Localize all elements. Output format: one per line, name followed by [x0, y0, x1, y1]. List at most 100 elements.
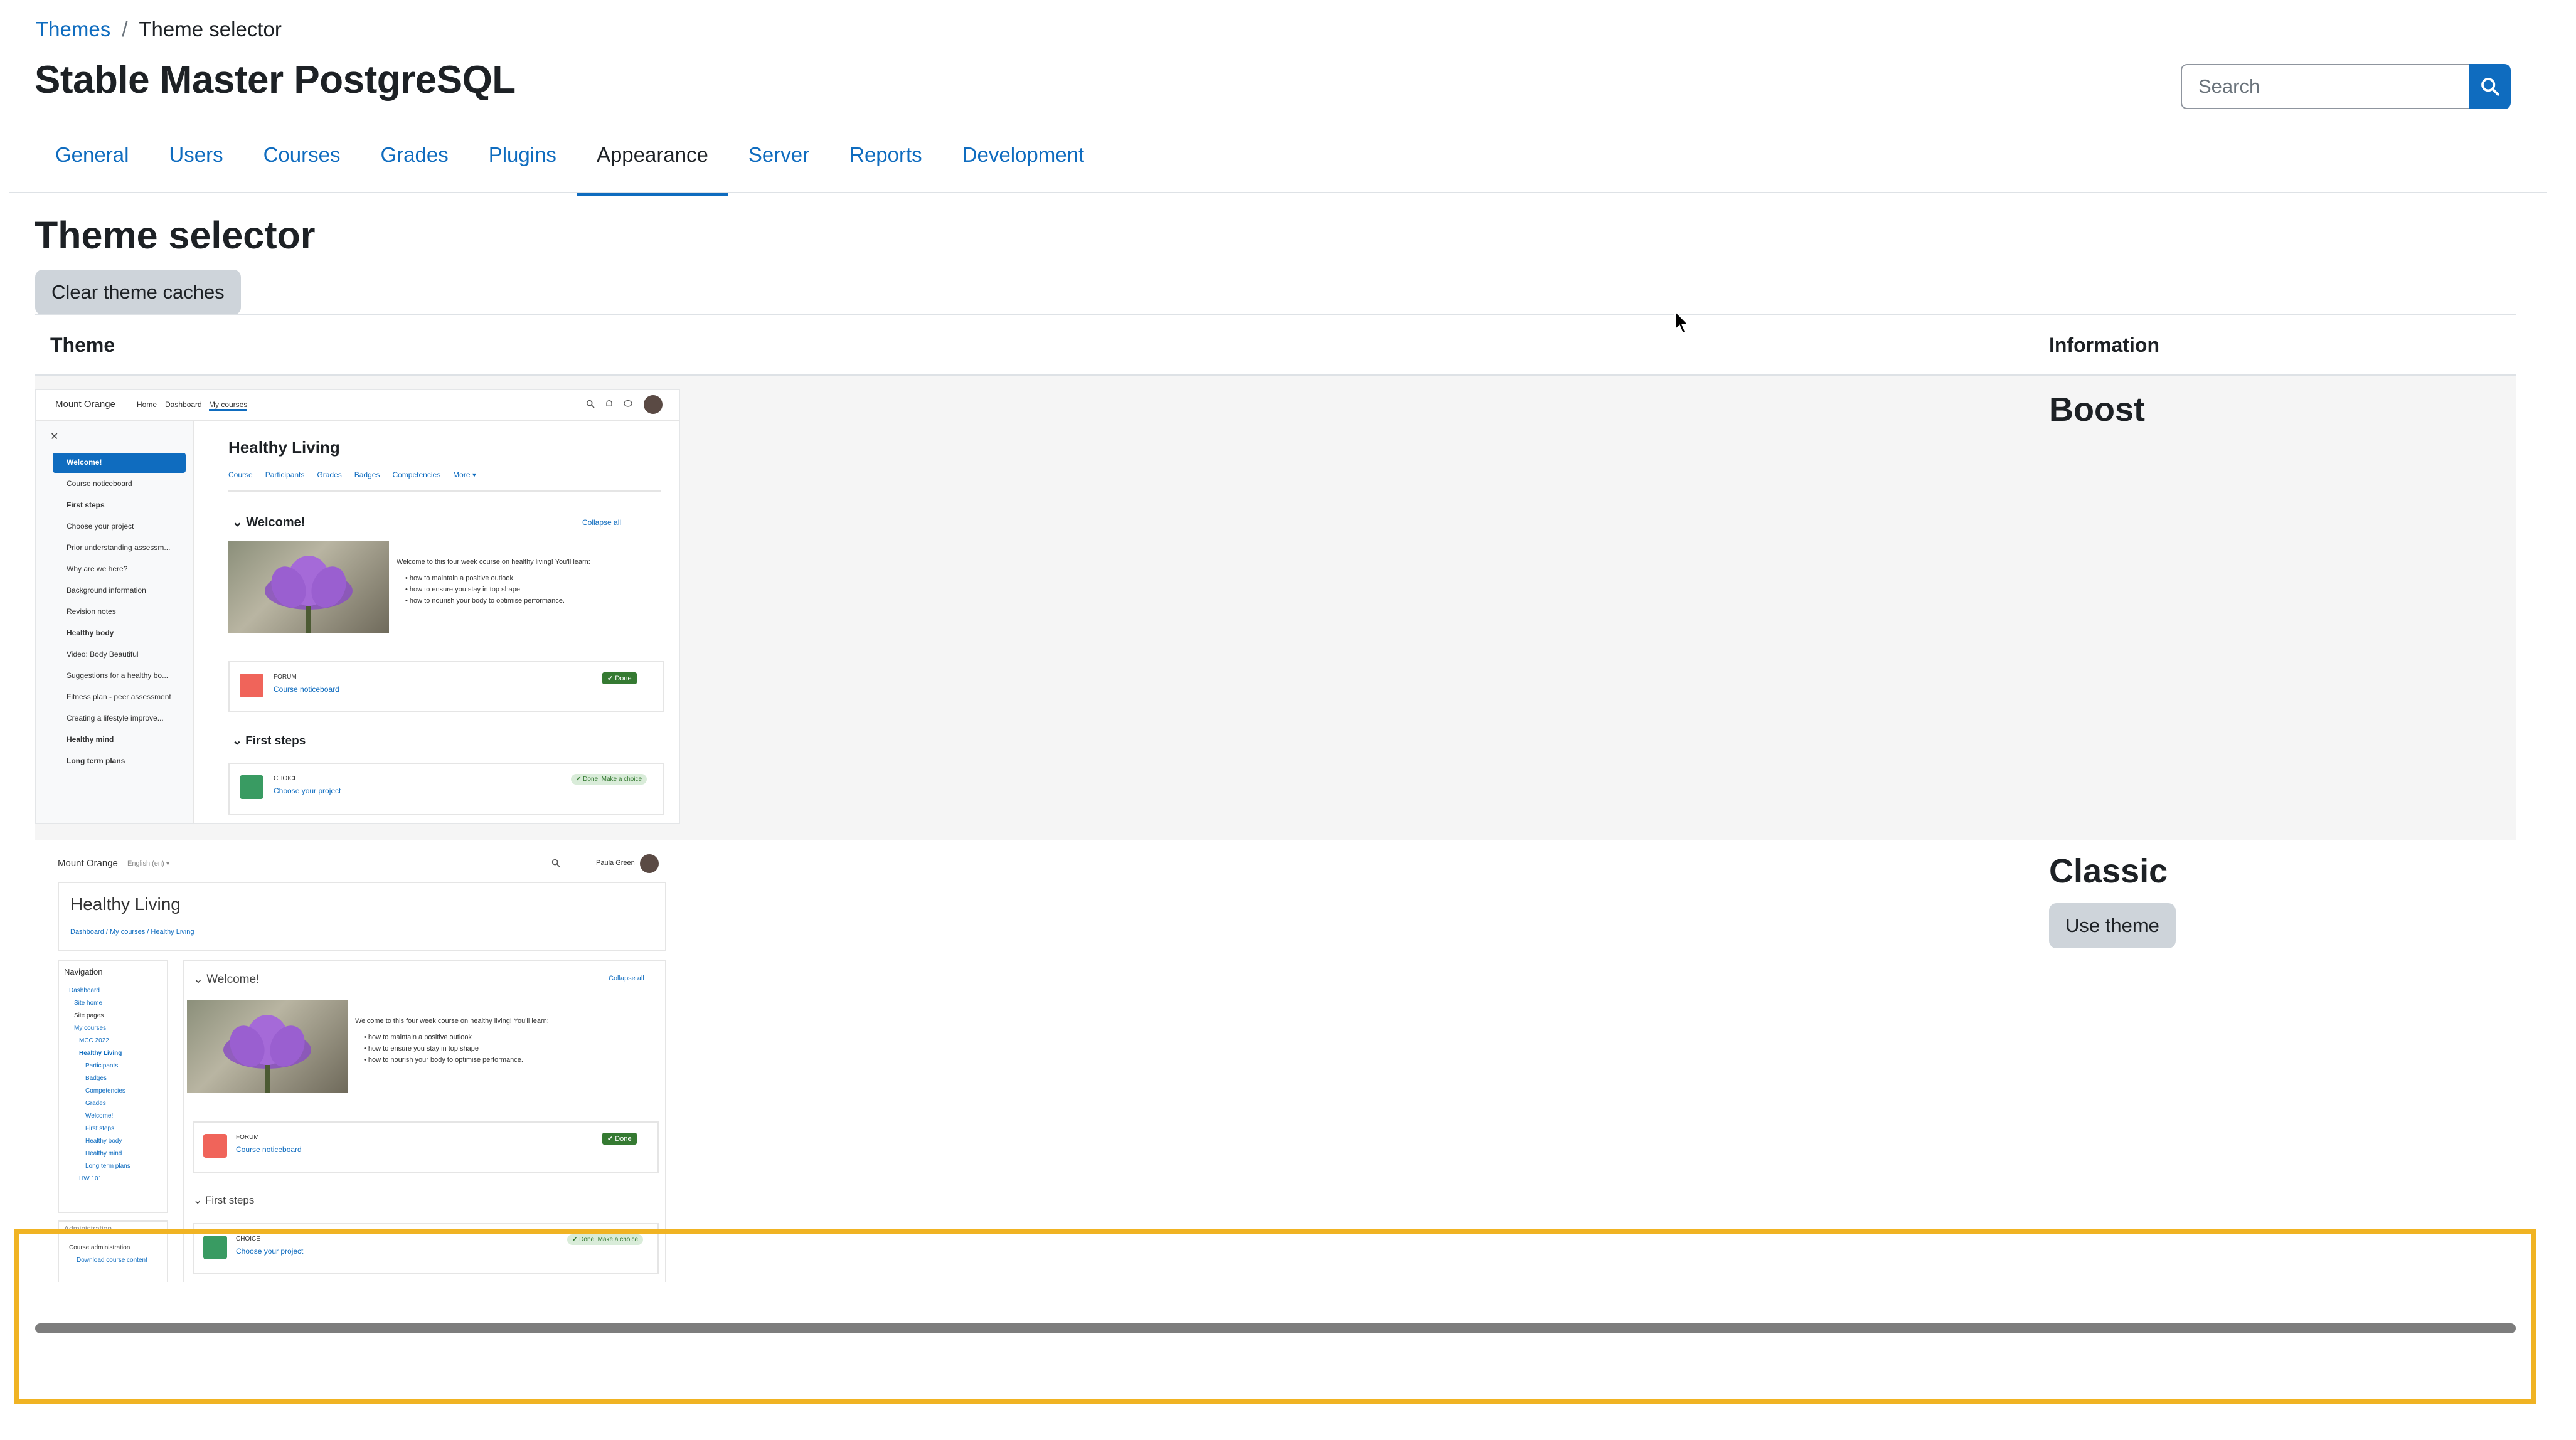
tab-appearance[interactable]: Appearance	[576, 132, 728, 196]
tab-reports[interactable]: Reports	[829, 132, 942, 194]
preview-bullet: • how to ensure you stay in top shape	[364, 1045, 479, 1052]
preview-intro: Welcome to this four week course on heal…	[355, 1017, 549, 1025]
tab-plugins[interactable]: Plugins	[469, 132, 577, 194]
preview-course-tab: Grades	[317, 470, 342, 479]
tab-development[interactable]: Development	[942, 132, 1104, 194]
preview-nav-item: Healthy body	[85, 1138, 122, 1145]
preview-bullet-text: how to nourish your body to optimise per…	[409, 597, 565, 605]
preview-avatar	[644, 395, 663, 414]
preview-course-title: Healthy Living	[70, 894, 181, 914]
preview-nav-item: Dashboard	[69, 987, 100, 994]
preview-bullet-text: how to ensure you stay in top shape	[409, 586, 521, 593]
preview-breadcrumb: Dashboard / My courses / Healthy Living	[70, 928, 194, 936]
preview-nav-item: Participants	[85, 1062, 119, 1069]
preview-index-item: Revision notes	[67, 607, 116, 616]
preview-bullet-text: how to maintain a positive outlook	[409, 574, 514, 582]
preview-forum-name: Course noticeboard	[236, 1145, 302, 1154]
preview-collapse-all: Collapse all	[582, 518, 622, 527]
breadcrumb-separator: /	[122, 18, 128, 41]
preview-search-icon	[551, 859, 560, 867]
preview-bullet-text: how to nourish your body to optimise per…	[368, 1056, 523, 1064]
preview-section-welcome: ⌄ Welcome!	[232, 516, 306, 529]
column-header-information: Information	[2049, 334, 2159, 356]
lotus-flower-icon	[265, 556, 353, 633]
preview-course-tab: Badges	[354, 470, 380, 479]
preview-nav-item: First steps	[85, 1125, 115, 1132]
preview-nav-item: Long term plans	[85, 1163, 130, 1170]
tab-users[interactable]: Users	[149, 132, 243, 194]
preview-bullet-text: how to maintain a positive outlook	[368, 1034, 472, 1041]
preview-forum-activity: FORUM Course noticeboard ✔ Done	[228, 661, 664, 712]
preview-index-item: First steps	[67, 500, 105, 509]
preview-bullet-text: how to ensure you stay in top shape	[368, 1045, 479, 1052]
preview-site-name: Mount Orange	[58, 858, 118, 869]
tab-general[interactable]: General	[35, 132, 149, 194]
preview-choice-activity: CHOICE Choose your project ✔ Done: Make …	[228, 763, 664, 815]
use-theme-button[interactable]: Use theme	[2049, 903, 2176, 948]
search-input[interactable]	[2181, 64, 2469, 109]
preview-index-item: Healthy body	[67, 628, 114, 637]
forum-icon	[240, 674, 263, 697]
tabs-divider	[9, 192, 2547, 193]
preview-forum-activity: FORUM Course noticeboard ✔ Done	[193, 1121, 659, 1173]
search-button[interactable]	[2469, 64, 2511, 109]
preview-course-tab: Participants	[265, 470, 305, 479]
preview-section-firststeps-text: First steps	[205, 1194, 255, 1206]
search-icon	[2481, 78, 2499, 96]
preview-index-item: Suggestions for a healthy bo...	[67, 671, 169, 680]
lotus-flower-icon	[223, 1015, 311, 1093]
preview-course-tab: More ▾	[453, 470, 476, 479]
theme-name-boost: Boost	[2049, 391, 2145, 428]
breadcrumb: Themes / Theme selector	[36, 18, 282, 41]
preview-section-welcome-text: Welcome!	[246, 516, 306, 529]
preview-avatar	[640, 854, 659, 873]
preview-chat-icon	[624, 400, 632, 407]
preview-tab-rule	[228, 490, 661, 492]
preview-nav-mycourses: My courses	[209, 400, 248, 411]
preview-course-tab: Course	[228, 470, 253, 479]
preview-index-item: Course noticeboard	[67, 479, 132, 488]
preview-navigation-block: Navigation Dashboard Site home Site page…	[58, 960, 168, 1213]
preview-lotus-image	[228, 541, 389, 633]
preview-nav-item: Welcome!	[85, 1113, 114, 1120]
preview-done-badge: ✔ Done	[602, 672, 637, 684]
preview-bullet: • how to maintain a positive outlook	[364, 1034, 472, 1041]
breadcrumb-current: Theme selector	[139, 18, 282, 41]
preview-index-item: Welcome!	[67, 458, 102, 467]
preview-intro: Welcome to this four week course on heal…	[397, 558, 590, 566]
preview-index-item: Choose your project	[67, 522, 134, 531]
preview-bullet: • how to ensure you stay in top shape	[405, 586, 521, 593]
clear-theme-caches-button[interactable]: Clear theme caches	[35, 270, 241, 315]
preview-choice-name: Choose your project	[274, 786, 341, 795]
preview-site-name: Mount Orange	[55, 399, 115, 410]
preview-bullet: • how to nourish your body to optimise p…	[405, 597, 565, 605]
theme-preview-classic[interactable]: Mount Orange English (en) ▾ Paula Green …	[35, 848, 680, 1283]
breadcrumb-themes-link[interactable]: Themes	[36, 18, 110, 41]
preview-bullet: • how to nourish your body to optimise p…	[364, 1056, 523, 1064]
preview-course-tabs: Course Participants Grades Badges Compet…	[228, 470, 476, 479]
preview-index-item: Creating a lifestyle improve...	[67, 714, 164, 723]
tab-grades[interactable]: Grades	[360, 132, 468, 194]
theme-preview-boost[interactable]: Mount Orange Home Dashboard My courses ✕…	[35, 389, 680, 824]
preview-forum-type: FORUM	[236, 1134, 259, 1141]
preview-section-firststeps-text: First steps	[245, 734, 306, 748]
site-title: Stable Master PostgreSQL	[35, 58, 516, 102]
page-heading: Theme selector	[35, 214, 316, 257]
preview-index-item: Long term plans	[67, 756, 125, 765]
column-header-theme: Theme	[50, 334, 115, 356]
preview-nav-item: My courses	[74, 1025, 107, 1032]
preview-index-item: Video: Body Beautiful	[67, 650, 139, 659]
preview-bell-icon	[606, 400, 612, 406]
preview-choice-status: ✔ Done: Make a choice	[571, 774, 647, 785]
preview-forum-type: FORUM	[274, 674, 297, 680]
admin-tabs: General Users Courses Grades Plugins App…	[35, 132, 1104, 196]
search-box	[2181, 64, 2511, 109]
preview-lotus-image	[187, 1000, 348, 1093]
preview-nav-item: Competencies	[85, 1088, 125, 1094]
preview-choice-type: CHOICE	[274, 775, 298, 782]
preview-index-item: Healthy mind	[67, 735, 114, 744]
tab-server[interactable]: Server	[728, 132, 829, 194]
preview-nav-item: Healthy mind	[85, 1150, 122, 1157]
preview-nav-item: Site home	[74, 1000, 103, 1007]
tab-courses[interactable]: Courses	[243, 132, 361, 194]
